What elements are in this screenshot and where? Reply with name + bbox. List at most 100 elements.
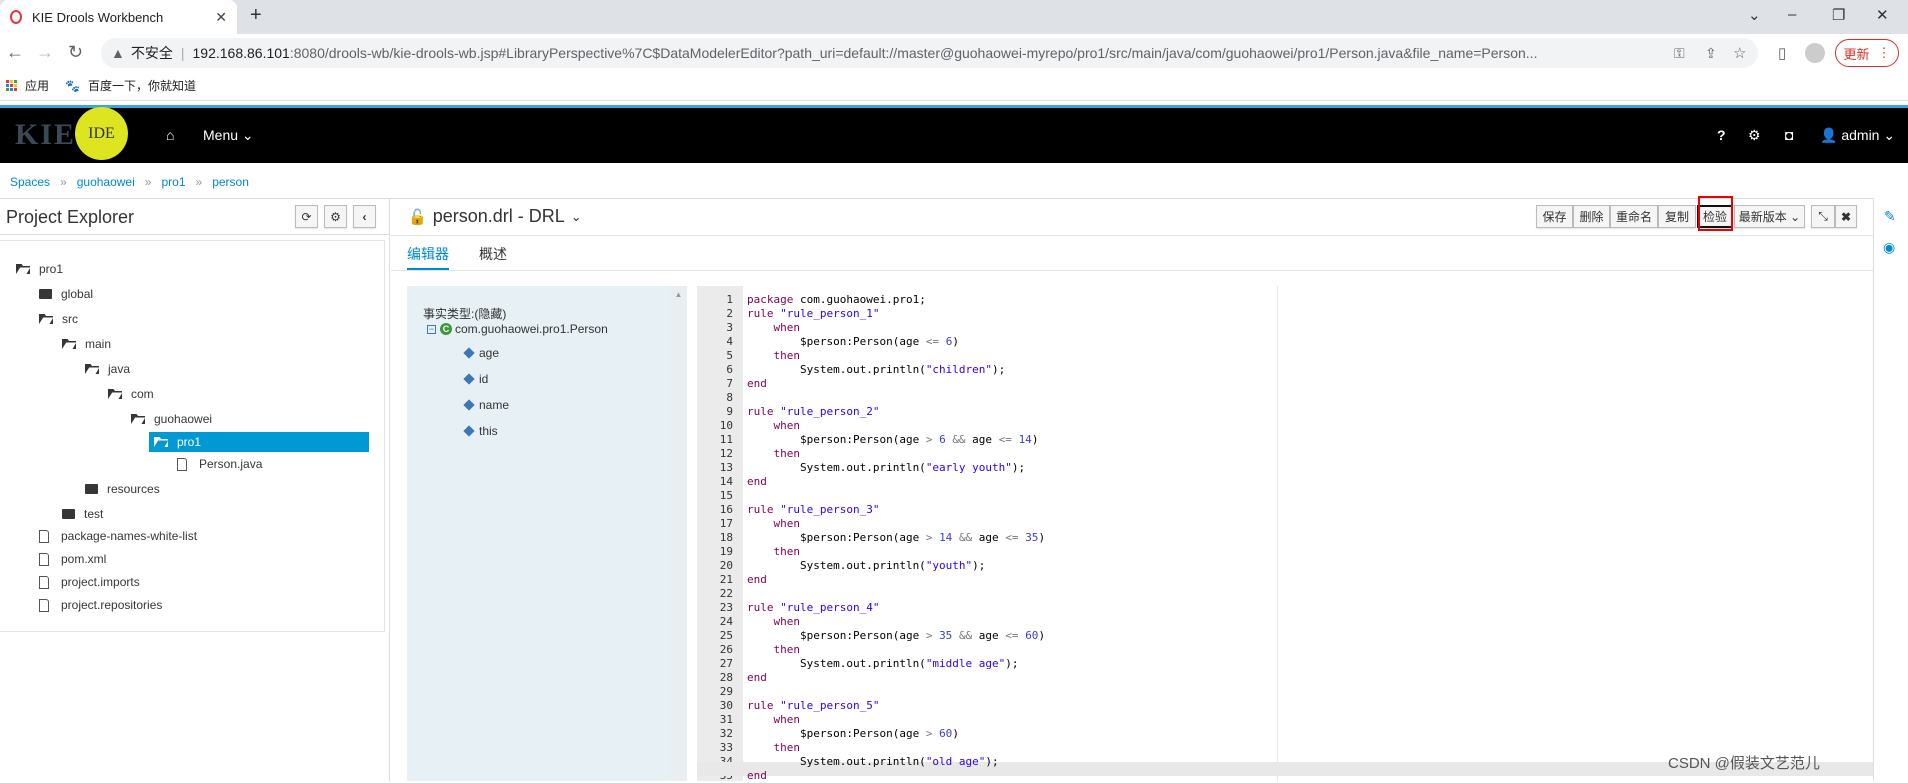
tab-editor[interactable]: 编辑器 — [407, 244, 449, 264]
bookmark-star-icon[interactable]: ☆ — [1733, 44, 1746, 62]
bookmark-apps[interactable]: 应用 — [25, 77, 49, 94]
rename-button[interactable]: 重命名 — [1610, 205, 1658, 228]
help-icon[interactable]: ? — [1717, 127, 1726, 143]
file-icon — [39, 575, 49, 589]
breadcrumb-space[interactable]: guohaowei — [77, 175, 135, 189]
tree-item[interactable]: project.repositories — [39, 595, 162, 615]
collapse-button[interactable]: ‹ — [353, 205, 376, 228]
field-icon — [463, 347, 475, 359]
close-tab-icon[interactable]: ✕ — [215, 9, 227, 26]
line-number: 23 — [719, 601, 733, 614]
folder-open-icon — [154, 437, 168, 447]
tree-item[interactable]: main — [62, 334, 111, 354]
editor-title: person.drl - DRL — [432, 206, 565, 226]
side-panel-icon[interactable]: ▯ — [1778, 44, 1786, 62]
refresh-button[interactable]: ⟳ — [295, 205, 318, 228]
warning-icon: ▲ — [111, 45, 125, 61]
copy-button[interactable]: 复制 — [1658, 205, 1696, 228]
user-menu[interactable]: 👤 admin ⌄ — [1820, 127, 1895, 144]
gear-icon[interactable]: ⚙ — [1748, 127, 1761, 144]
fact-field-label: age — [479, 346, 500, 360]
forward-icon[interactable]: → — [36, 42, 54, 63]
tree-item-label: src — [62, 312, 78, 326]
update-button[interactable]: 更新 ⋮ — [1835, 39, 1899, 67]
camera-icon[interactable]: ◘ — [1785, 127, 1793, 143]
field-icon — [463, 373, 475, 385]
tree-item[interactable]: project.imports — [39, 572, 140, 592]
kie-logo[interactable]: KIE — [15, 118, 76, 152]
tree-item[interactable]: pro1 — [149, 432, 369, 452]
fact-field[interactable]: name — [463, 398, 509, 412]
tree-item[interactable]: pro1 — [16, 259, 63, 279]
insecure-label: 不安全 — [130, 45, 173, 61]
tree-item[interactable]: pom.xml — [39, 549, 106, 569]
tree-item[interactable]: resources — [85, 479, 160, 499]
close-editor-icon[interactable]: ✖ — [1835, 205, 1857, 228]
fact-field[interactable]: id — [463, 372, 488, 386]
tree-item[interactable]: src — [39, 309, 78, 329]
tree-item[interactable]: Person.java — [177, 454, 262, 474]
code-line: $person:Person(age > 6 && age <= 14) — [747, 433, 1039, 446]
minimize-editor-icon[interactable]: ⤡ — [1811, 205, 1835, 228]
tree-item[interactable]: global — [39, 284, 93, 304]
url-input[interactable]: ▲ 不安全 | 192.168.86.101:8080/drools-wb/kie-d… — [101, 38, 1758, 68]
eye-icon[interactable]: ◉ — [1883, 239, 1895, 256]
fact-class-node[interactable]: − Ccom.guohaowei.pro1.Person — [427, 322, 608, 336]
fact-panel-scrollbar[interactable]: ▲ — [670, 286, 687, 781]
home-icon[interactable]: ⌂ — [166, 127, 174, 143]
tree-item[interactable]: com — [108, 384, 154, 404]
tree-item[interactable]: package-names-white-list — [39, 526, 197, 546]
tab-overview[interactable]: 概述 — [479, 244, 507, 264]
menu-dropdown[interactable]: Menu ⌄ — [203, 127, 254, 144]
code-line: rule "rule_person_2" — [747, 405, 880, 418]
code-editor[interactable]: package com.guohaowei.pro1; rule "rule_pe… — [743, 286, 1873, 782]
fact-field[interactable]: age — [463, 346, 500, 360]
back-icon[interactable]: ← — [6, 42, 24, 63]
minimize-icon[interactable]: – — [1788, 6, 1796, 23]
breadcrumb-spaces[interactable]: Spaces — [10, 175, 50, 189]
breadcrumb-asset[interactable]: person — [212, 175, 249, 189]
settings-button[interactable]: ⚙ — [324, 205, 347, 228]
save-button[interactable]: 保存 — [1536, 205, 1573, 228]
update-label: 更新 — [1843, 46, 1870, 62]
line-number: 4 — [726, 335, 733, 348]
profile-avatar[interactable] — [1805, 43, 1825, 63]
fact-field[interactable]: this — [463, 424, 498, 438]
line-number: 8 — [726, 391, 733, 404]
tree-item-label: resources — [107, 482, 160, 496]
code-line: then — [773, 349, 801, 362]
url-path: :8080/drools-wb/kie-drools-wb.jsp#Librar… — [289, 45, 1538, 61]
close-window-icon[interactable]: ✕ — [1876, 6, 1889, 24]
ide-logo[interactable]: IDE — [75, 107, 128, 160]
collapse-icon[interactable]: − — [427, 324, 436, 334]
apps-icon — [6, 80, 17, 91]
line-number: 9 — [726, 405, 733, 418]
divider — [391, 270, 1873, 271]
reload-icon[interactable]: ↻ — [68, 42, 83, 63]
delete-button[interactable]: 删除 — [1573, 205, 1610, 228]
line-number: 1 — [726, 293, 733, 306]
browser-tab[interactable]: KIE Drools Workbench ✕ — [0, 0, 237, 34]
line-number: 27 — [719, 657, 733, 670]
code-line: System.out.println("children"); — [747, 363, 1006, 376]
tree-item-label: pro1 — [177, 435, 202, 449]
tree-item[interactable]: guohaowei — [131, 409, 212, 429]
line-number: 21 — [719, 573, 733, 586]
restore-icon[interactable]: ❐ — [1832, 6, 1845, 24]
lock-icon: 🔓 — [408, 208, 427, 226]
edit-icon[interactable]: ✎ — [1884, 208, 1896, 225]
tree-item[interactable]: java — [85, 359, 130, 379]
editor-title-dropdown[interactable]: 🔓 person.drl - DRL ⌄ — [408, 206, 582, 227]
code-line: rule "rule_person_3" — [747, 503, 880, 516]
tab-title: KIE Drools Workbench — [32, 9, 164, 25]
share-icon[interactable]: ⇪ — [1705, 45, 1717, 62]
tab-search-icon[interactable]: ⌄ — [1748, 6, 1761, 24]
breadcrumb-project[interactable]: pro1 — [161, 175, 185, 189]
code-line: System.out.println("youth"); — [747, 559, 986, 572]
code-line: then — [773, 447, 801, 460]
new-tab-button[interactable]: + — [250, 4, 262, 27]
key-icon[interactable]: ⚿ — [1674, 45, 1685, 62]
bookmark-baidu[interactable]: 百度一下，你就知道 — [88, 77, 196, 94]
tree-item[interactable]: test — [62, 504, 103, 524]
latest-version-dropdown[interactable]: 最新版本 ⌄ — [1734, 205, 1805, 228]
